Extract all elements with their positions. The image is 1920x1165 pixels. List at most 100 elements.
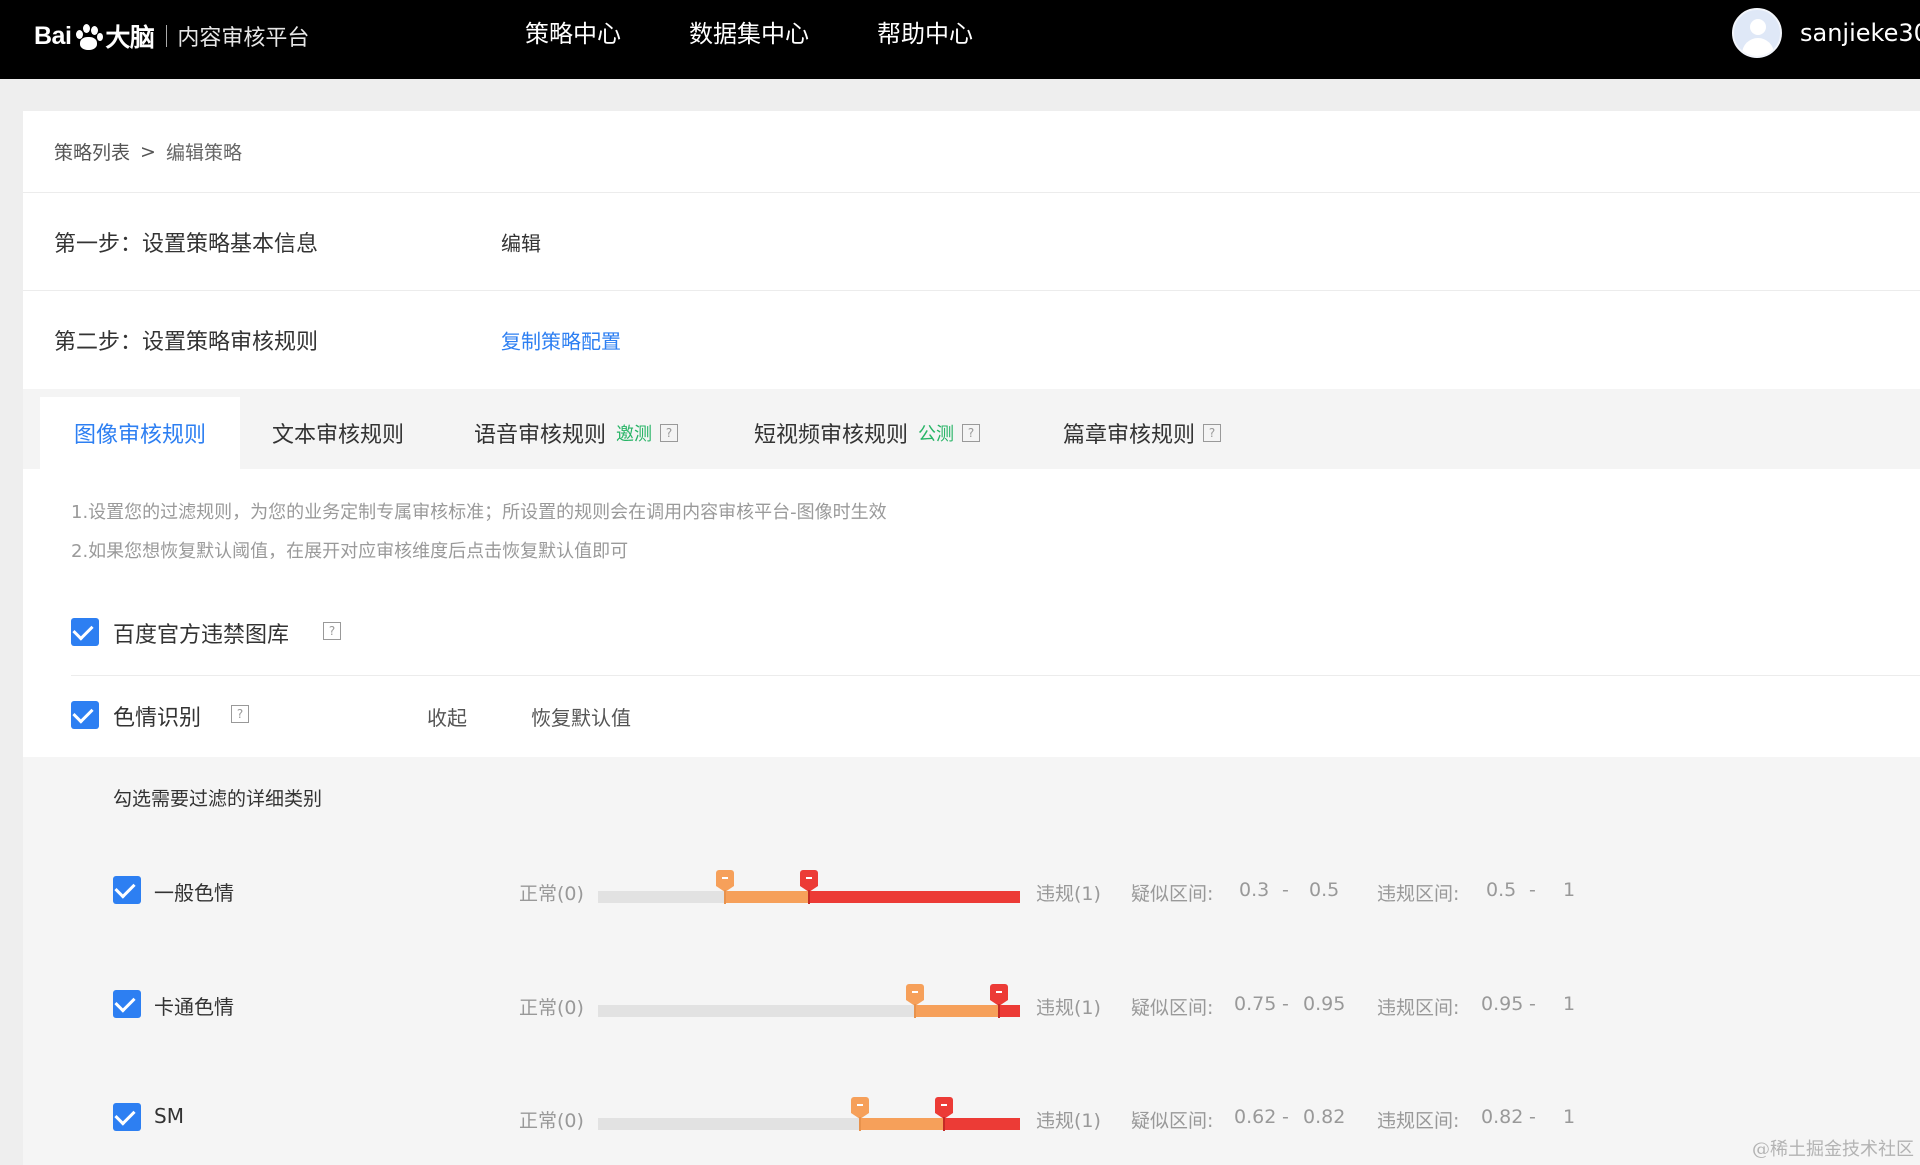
suspect-handle[interactable] bbox=[715, 870, 734, 904]
nav-help-center[interactable]: 帮助中心 bbox=[877, 14, 973, 49]
suspect-handle[interactable] bbox=[850, 1097, 869, 1131]
help-icon[interactable]: ? bbox=[962, 424, 981, 442]
suspect-range-label: 疑似区间: bbox=[1131, 883, 1214, 905]
edit-button[interactable]: 编辑 bbox=[501, 227, 541, 256]
baidu-brain-logo[interactable]: Bai 大脑 内容审核平台 bbox=[34, 10, 309, 62]
baidu-library-label: 百度官方违禁图库 bbox=[113, 623, 290, 648]
violate-handle[interactable] bbox=[935, 1097, 954, 1131]
help-icon[interactable]: ? bbox=[323, 622, 341, 640]
tab-text-rules[interactable]: 文本审核规则 bbox=[272, 397, 404, 469]
product-name: 内容审核平台 bbox=[177, 26, 310, 51]
watermark: @稀土掘金技术社区 bbox=[1752, 1139, 1914, 1160]
logo-mark: Bai 大脑 bbox=[34, 18, 155, 54]
tab-short-video-rules[interactable]: 短视频审核规则 公测 ? bbox=[754, 397, 981, 469]
porn-label: 色情识别 bbox=[113, 706, 202, 731]
top-nav: Bai 大脑 内容审核平台 策略中心 数据集中心 帮助中心 sanjieke30 bbox=[0, 0, 1920, 79]
suspect-from: 0.3 bbox=[1239, 879, 1270, 901]
logo-text-left: Bai bbox=[34, 21, 72, 50]
main-nav: 策略中心 数据集中心 帮助中心 bbox=[525, 0, 1041, 62]
category-row: 一般色情 正常(0) 违规(1) 疑似区间: 0.3 - 0.5 违规区间: 0… bbox=[23, 860, 1920, 920]
avatar-body bbox=[1742, 38, 1774, 56]
baidu-library-checkbox[interactable] bbox=[71, 618, 99, 646]
suspect-segment bbox=[914, 1005, 999, 1017]
violate-handle[interactable] bbox=[800, 870, 818, 904]
normal-label: 正常(0) bbox=[519, 1110, 584, 1132]
violate-from: 0.5 bbox=[1486, 879, 1517, 901]
avatar-head bbox=[1750, 19, 1766, 35]
category-checkbox[interactable] bbox=[113, 990, 141, 1018]
category-name: 一般色情 bbox=[154, 881, 234, 905]
violate-to: 1 bbox=[1563, 1106, 1576, 1128]
porn-checkbox[interactable] bbox=[71, 701, 99, 729]
suspect-from: 0.62 bbox=[1234, 1106, 1277, 1128]
suspect-from: 0.75 bbox=[1234, 993, 1277, 1015]
avatar[interactable] bbox=[1732, 8, 1782, 58]
violate-segment bbox=[809, 891, 1020, 903]
suspect-to: 0.95 bbox=[1303, 993, 1346, 1015]
collapse-button[interactable]: 收起 bbox=[427, 702, 467, 731]
tab-image-rules[interactable]: 图像审核规则 bbox=[40, 397, 240, 469]
help-icon[interactable]: ? bbox=[660, 424, 679, 442]
step2-label: 第二步：设置策略审核规则 bbox=[54, 330, 319, 355]
copy-config-link[interactable]: 复制策略配置 bbox=[501, 326, 621, 355]
category-name: 卡通色情 bbox=[154, 995, 234, 1019]
violation-label: 违规(1) bbox=[1036, 997, 1101, 1019]
category-row: SM 正常(0) 违规(1) 疑似区间: 0.62 - 0.82 违规区间: 0… bbox=[23, 1087, 1920, 1147]
breadcrumb-separator: > bbox=[140, 140, 156, 163]
suspect-handle[interactable] bbox=[905, 984, 924, 1018]
breadcrumb-current: 编辑策略 bbox=[165, 142, 242, 164]
content-panel: 策略列表 > 编辑策略 第一步：设置策略基本信息 编辑 第二步：设置策略审核规则… bbox=[23, 111, 1920, 1165]
violate-range-label: 违规区间: bbox=[1377, 1110, 1460, 1132]
rule-tabs: 图像审核规则 文本审核规则 语音审核规则 邀测 ? 短视频审核规则 公测 ? 篇… bbox=[23, 389, 1920, 469]
suspect-range-label: 疑似区间: bbox=[1131, 1110, 1214, 1132]
threshold-slider[interactable] bbox=[598, 984, 1020, 1018]
category-checkbox[interactable] bbox=[113, 876, 141, 904]
threshold-slider[interactable] bbox=[598, 870, 1020, 904]
suspect-segment bbox=[859, 1118, 945, 1130]
step-rules: 第二步：设置策略审核规则 复制策略配置 bbox=[23, 291, 1920, 389]
suspect-segment bbox=[724, 891, 809, 903]
violate-handle[interactable] bbox=[989, 984, 1008, 1018]
range-dash: - bbox=[1529, 1106, 1536, 1128]
invite-test-badge: 邀测 bbox=[616, 424, 653, 445]
help-icon[interactable]: ? bbox=[1203, 424, 1222, 442]
suspect-to: 0.5 bbox=[1309, 879, 1340, 901]
range-dash: - bbox=[1282, 993, 1289, 1015]
tab-article-rules[interactable]: 篇章审核规则 ? bbox=[1063, 397, 1222, 469]
breadcrumb: 策略列表 > 编辑策略 bbox=[23, 111, 1920, 193]
tab-label: 文本审核规则 bbox=[272, 423, 405, 448]
divider bbox=[71, 675, 1920, 676]
suspect-range-label: 疑似区间: bbox=[1131, 997, 1214, 1019]
violate-to: 1 bbox=[1563, 993, 1576, 1015]
threshold-slider[interactable] bbox=[598, 1097, 1020, 1131]
tab-label: 图像审核规则 bbox=[73, 423, 206, 448]
username[interactable]: sanjieke30 bbox=[1800, 19, 1920, 47]
category-name: SM bbox=[154, 1104, 184, 1128]
category-row: 卡通色情 正常(0) 违规(1) 疑似区间: 0.75 - 0.95 违规区间:… bbox=[23, 974, 1920, 1034]
nav-strategy-center[interactable]: 策略中心 bbox=[525, 14, 621, 49]
user-menu[interactable]: sanjieke30 bbox=[1732, 8, 1920, 58]
violation-label: 违规(1) bbox=[1036, 883, 1101, 905]
range-dash: - bbox=[1529, 993, 1536, 1015]
nav-dataset-center[interactable]: 数据集中心 bbox=[689, 14, 809, 49]
help-icon[interactable]: ? bbox=[231, 705, 249, 723]
tip-line-1: 1.设置您的过滤规则，为您的业务定制专属审核标准；所设置的规则会在调用内容审核平… bbox=[71, 502, 887, 523]
range-dash: - bbox=[1529, 879, 1536, 901]
tip-line-2: 2.如果您想恢复默认阈值，在展开对应审核维度后点击恢复默认值即可 bbox=[71, 541, 629, 562]
suspect-to: 0.82 bbox=[1303, 1106, 1346, 1128]
normal-label: 正常(0) bbox=[519, 883, 584, 905]
tab-label: 篇章审核规则 bbox=[1063, 423, 1196, 448]
tab-voice-rules[interactable]: 语音审核规则 邀测 ? bbox=[474, 397, 679, 469]
logo-divider bbox=[166, 25, 168, 47]
breadcrumb-parent[interactable]: 策略列表 bbox=[54, 138, 130, 165]
normal-label: 正常(0) bbox=[519, 997, 584, 1019]
sub-title: 勾选需要过滤的详细类别 bbox=[113, 788, 323, 810]
violate-segment bbox=[944, 1118, 1020, 1130]
violate-to: 1 bbox=[1563, 879, 1576, 901]
step1-label: 第一步：设置策略基本信息 bbox=[54, 231, 319, 257]
range-dash: - bbox=[1282, 879, 1289, 901]
paw-icon bbox=[73, 21, 104, 51]
category-checkbox[interactable] bbox=[113, 1103, 141, 1131]
reset-default-button[interactable]: 恢复默认值 bbox=[531, 702, 631, 731]
logo-text-right: 大脑 bbox=[105, 24, 155, 52]
